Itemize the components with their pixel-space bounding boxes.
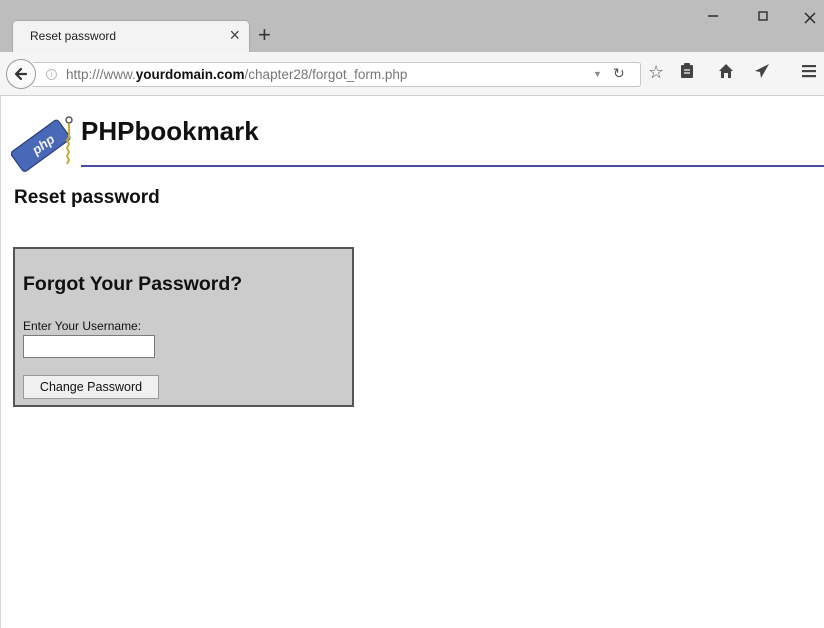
close-icon: [804, 12, 816, 24]
tab-close-icon[interactable]: ×: [229, 25, 240, 45]
back-arrow-icon: [14, 67, 28, 81]
info-icon[interactable]: i: [46, 69, 57, 80]
tab-title: Reset password: [30, 29, 117, 43]
back-button[interactable]: [6, 59, 36, 89]
star-icon[interactable]: ☆: [648, 62, 664, 83]
minimize-icon: [708, 15, 718, 17]
site-title: PHPbookmark: [81, 116, 259, 146]
reading-list-icon[interactable]: [680, 63, 694, 84]
page-title: Reset password: [14, 187, 160, 208]
username-input[interactable]: [23, 335, 155, 358]
menu-icon[interactable]: [801, 63, 817, 84]
browser-titlebar: Reset password × +: [0, 0, 824, 52]
url-prefix: http:///www.: [66, 67, 136, 82]
url-dropdown-icon[interactable]: ▼: [593, 69, 602, 79]
reload-icon[interactable]: ↻: [613, 65, 625, 82]
new-tab-button[interactable]: +: [258, 24, 271, 46]
minimize-button[interactable]: [693, 6, 733, 32]
browser-navbar: i http:///www.yourdomain.com/chapter28/f…: [0, 52, 824, 96]
browser-tab[interactable]: Reset password ×: [12, 20, 250, 52]
forgot-password-form: Forgot Your Password? Enter Your Usernam…: [13, 247, 354, 407]
username-label: Enter Your Username:: [23, 319, 142, 333]
send-icon[interactable]: [754, 63, 770, 84]
change-password-button[interactable]: Change Password: [23, 375, 159, 399]
maximize-icon: [758, 11, 768, 21]
home-icon[interactable]: [718, 63, 734, 84]
maximize-button[interactable]: [743, 6, 783, 32]
url-bar[interactable]: i http:///www.yourdomain.com/chapter28/f…: [33, 62, 641, 87]
header-divider: [81, 165, 824, 167]
url-domain: yourdomain.com: [135, 67, 245, 82]
window-close-button[interactable]: [790, 6, 824, 32]
url-text[interactable]: http:///www.yourdomain.com/chapter28/for…: [66, 67, 407, 82]
form-heading: Forgot Your Password?: [23, 273, 243, 295]
page-content: php PHPbookmark Reset password Forgot Yo…: [0, 96, 824, 628]
php-logo: php: [11, 116, 73, 172]
url-path: /chapter28/forgot_form.php: [244, 67, 408, 82]
